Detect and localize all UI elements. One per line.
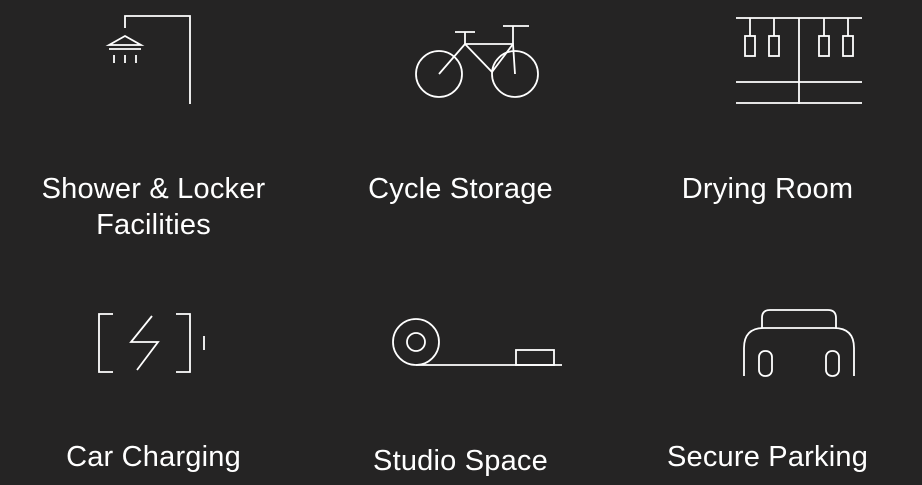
- amenity-drying-room: Drying Room: [614, 0, 921, 240]
- amenity-label: Car Charging: [66, 441, 241, 473]
- amenity-cycle-storage: Cycle Storage: [307, 0, 614, 240]
- amenity-shower-lockers: Shower & Locker Facilities: [0, 0, 307, 241]
- shower-icon: [105, 15, 191, 104]
- amenity-studio-space: Studio Space: [307, 244, 614, 485]
- battery-charging-icon: [98, 313, 205, 373]
- amenity-label: Secure Parking: [666, 441, 869, 473]
- amenity-car-charging: Car Charging: [0, 244, 307, 485]
- amenity-label: Drying Room: [681, 173, 854, 205]
- car-icon: [743, 309, 855, 377]
- bicycle-icon: [415, 25, 539, 98]
- amenities-grid: Shower & Locker Facilities Cycle Storage: [0, 0, 922, 485]
- amenity-label: Shower & Locker Facilities: [41, 173, 266, 241]
- amenity-label: Cycle Storage: [368, 173, 553, 205]
- tape-roll-icon: [392, 318, 562, 366]
- amenity-secure-parking: Secure Parking: [614, 244, 921, 485]
- drying-rack-icon: [736, 17, 862, 104]
- amenity-label: Studio Space: [373, 445, 548, 477]
